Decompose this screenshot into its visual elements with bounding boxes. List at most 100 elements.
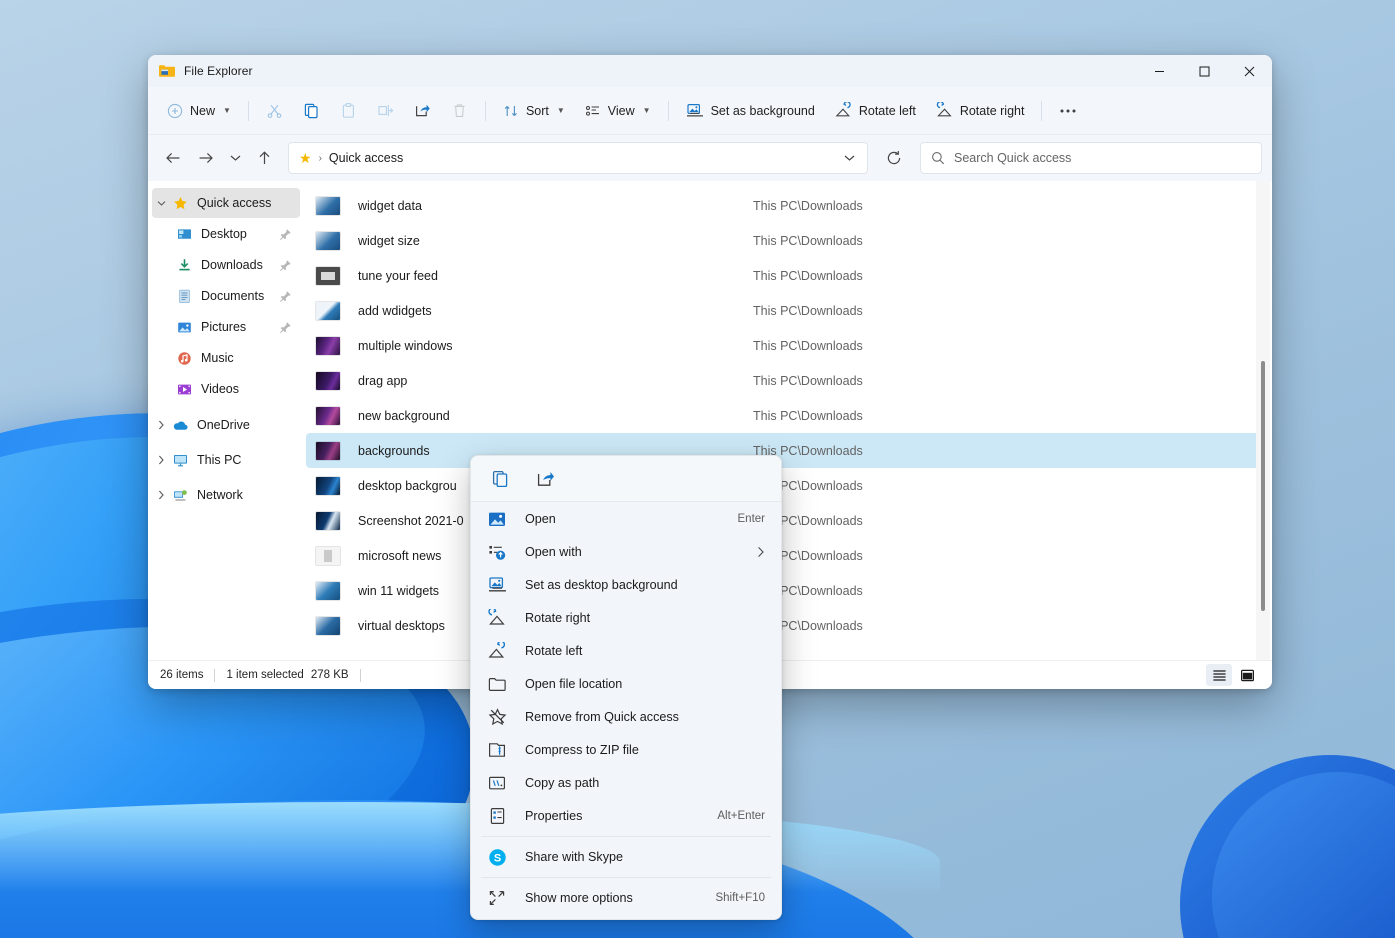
vertical-scrollbar[interactable] — [1256, 181, 1270, 660]
file-list[interactable]: widget data This PC\Downloads widget siz… — [304, 181, 1272, 660]
set-as-background-button[interactable]: Set as background — [677, 95, 824, 127]
delete-button[interactable] — [442, 95, 477, 127]
chevron-right-icon[interactable] — [152, 420, 170, 430]
table-row[interactable]: tune your feed This PC\Downloads — [306, 258, 1264, 293]
context-menu-label: Show more options — [525, 891, 633, 905]
up-button[interactable] — [249, 143, 279, 173]
copy-icon[interactable] — [481, 462, 519, 496]
window-title: File Explorer — [184, 64, 253, 78]
more-options-button[interactable] — [1050, 95, 1086, 127]
view-button[interactable]: View ▼ — [576, 95, 660, 127]
svg-text:S: S — [493, 852, 500, 864]
context-menu-item-properties[interactable]: Properties Alt+Enter — [475, 800, 777, 832]
file-thumbnail — [316, 511, 340, 530]
chevron-right-icon — [757, 546, 765, 558]
table-row[interactable]: widget size This PC\Downloads — [306, 223, 1264, 258]
table-row[interactable]: add wdidgets This PC\Downloads — [306, 293, 1264, 328]
context-menu-item-copy-as-path[interactable]: Copy as path — [475, 767, 777, 799]
context-menu-item-rotate-right[interactable]: Rotate right — [475, 602, 777, 634]
context-menu-item-rotate-left[interactable]: Rotate left — [475, 635, 777, 667]
large-icons-view-button[interactable] — [1234, 664, 1260, 686]
table-row[interactable]: widget data This PC\Downloads — [306, 188, 1264, 223]
chevron-right-icon[interactable] — [152, 455, 170, 465]
breadcrumb-path: Quick access — [328, 151, 404, 165]
pin-icon[interactable] — [279, 259, 292, 272]
back-button[interactable] — [158, 143, 188, 173]
context-menu-header — [471, 456, 781, 502]
paste-button[interactable] — [331, 95, 366, 127]
skype-icon: S — [487, 848, 507, 867]
context-menu-accelerator: Alt+Enter — [717, 810, 765, 822]
recent-locations-button[interactable] — [224, 143, 246, 173]
sort-button[interactable]: Sort ▼ — [494, 95, 574, 127]
pin-icon[interactable] — [279, 321, 292, 334]
file-name: add wdidgets — [358, 303, 432, 318]
share-icon[interactable] — [527, 462, 565, 496]
sidebar-item-network[interactable]: Network — [152, 480, 300, 510]
sidebar-item-music[interactable]: Music — [152, 343, 300, 373]
table-row[interactable]: microsoft news This PC\Downloads — [306, 538, 1264, 573]
rotate-left-button[interactable]: Rotate left — [826, 95, 925, 127]
table-row[interactable]: multiple windows This PC\Downloads — [306, 328, 1264, 363]
new-button[interactable]: New ▼ — [158, 95, 240, 127]
sidebar-label: Quick access — [197, 196, 272, 210]
context-menu: Open Enter Open with Set as desktop back… — [470, 455, 782, 920]
file-thumbnail — [316, 301, 340, 320]
context-menu-item-open[interactable]: Open Enter — [475, 503, 777, 535]
context-menu-label: Open with — [525, 545, 582, 559]
table-row[interactable]: Screenshot 2021-0 This PC\Downloads — [306, 503, 1264, 538]
file-path: This PC\Downloads — [753, 198, 863, 213]
copy-button[interactable] — [294, 95, 329, 127]
context-menu-item-share-with-skype[interactable]: S Share with Skype — [475, 841, 777, 873]
sidebar-item-downloads[interactable]: Downloads — [152, 250, 300, 280]
chevron-down-icon[interactable] — [152, 200, 170, 207]
sidebar-item-videos[interactable]: Videos — [152, 374, 300, 404]
table-row[interactable]: desktop backgrou This PC\Downloads — [306, 468, 1264, 503]
sidebar-item-this-pc[interactable]: This PC — [152, 445, 300, 475]
pin-icon[interactable] — [279, 290, 292, 303]
file-name: tune your feed — [358, 268, 438, 283]
context-menu-label: Copy as path — [525, 776, 600, 790]
table-row[interactable]: win 11 widgets This PC\Downloads — [306, 573, 1264, 608]
file-name: widget data — [358, 198, 422, 213]
address-bar[interactable]: ★ › Quick access — [288, 142, 868, 174]
share-button[interactable] — [405, 95, 440, 127]
chevron-right-icon[interactable] — [152, 490, 170, 500]
minimize-button[interactable] — [1137, 55, 1182, 87]
table-row[interactable]: new background This PC\Downloads — [306, 398, 1264, 433]
sort-label: Sort — [525, 103, 549, 118]
table-row[interactable]: backgrounds This PC\Downloads — [306, 433, 1264, 468]
details-view-button[interactable] — [1206, 664, 1232, 686]
search-input[interactable]: Search Quick access — [954, 151, 1071, 165]
context-menu-item-compress-to-zip[interactable]: Compress to ZIP file — [475, 734, 777, 766]
pin-icon[interactable] — [279, 228, 292, 241]
sidebar-item-onedrive[interactable]: OneDrive — [152, 410, 300, 440]
table-row[interactable]: virtual desktops This PC\Downloads — [306, 608, 1264, 643]
scrollbar-thumb[interactable] — [1261, 361, 1265, 611]
search-box[interactable]: Search Quick access — [920, 142, 1262, 174]
context-menu-item-remove-from-quick-access[interactable]: Remove from Quick access — [475, 701, 777, 733]
maximize-button[interactable] — [1182, 55, 1227, 87]
sidebar-item-documents[interactable]: Documents — [152, 281, 300, 311]
sidebar-item-quick-access[interactable]: Quick access — [152, 188, 300, 218]
chevron-down-icon[interactable] — [835, 144, 863, 172]
sidebar-item-desktop[interactable]: Desktop — [152, 219, 300, 249]
more-options-icon — [487, 889, 507, 907]
file-path: This PC\Downloads — [753, 233, 863, 248]
file-path: This PC\Downloads — [753, 408, 863, 423]
rename-button[interactable] — [368, 95, 403, 127]
rotate-right-label: Rotate right — [959, 103, 1025, 118]
cut-button[interactable] — [257, 95, 292, 127]
selection-size: 278 KB — [310, 669, 349, 681]
context-menu-item-open-file-location[interactable]: Open file location — [475, 668, 777, 700]
sidebar-item-pictures[interactable]: Pictures — [152, 312, 300, 342]
forward-button[interactable] — [191, 143, 221, 173]
table-row[interactable]: drag app This PC\Downloads — [306, 363, 1264, 398]
open-with-icon — [487, 544, 507, 561]
close-button[interactable] — [1227, 55, 1272, 87]
rotate-right-button[interactable]: Rotate right — [927, 95, 1034, 127]
context-menu-item-open-with[interactable]: Open with — [475, 536, 777, 568]
context-menu-item-set-as-desktop-background[interactable]: Set as desktop background — [475, 569, 777, 601]
context-menu-item-show-more-options[interactable]: Show more options Shift+F10 — [475, 882, 777, 914]
refresh-button[interactable] — [879, 143, 909, 173]
